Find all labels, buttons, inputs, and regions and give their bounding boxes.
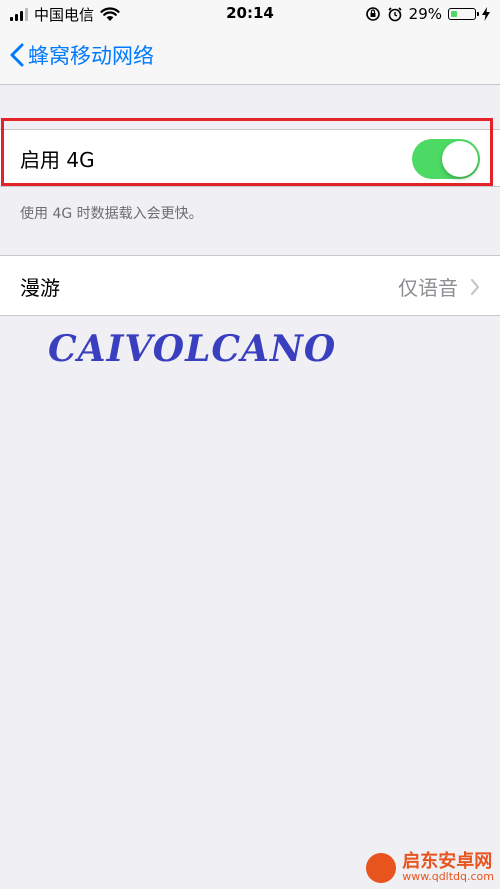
- back-button[interactable]: 蜂窝移动网络: [10, 40, 154, 70]
- chevron-right-icon: [470, 278, 480, 295]
- corner-logo-icon: [366, 852, 397, 883]
- alarm-icon: [388, 7, 402, 22]
- corner-logo-name: 启东安卓网: [402, 850, 493, 872]
- nav-bar: 蜂窝移动网络: [0, 28, 500, 85]
- status-right: 29%: [365, 4, 490, 24]
- back-button-label: 蜂窝移动网络: [28, 44, 154, 68]
- status-bar: 中国电信 20:14 29%: [0, 0, 500, 28]
- roaming-detail: 仅语音: [398, 272, 480, 301]
- highlight-box: [1, 118, 493, 186]
- battery-percent: 29%: [408, 5, 442, 23]
- orientation-lock-icon: [365, 7, 380, 21]
- corner-logo-url: www.qdltdq.com: [402, 870, 494, 884]
- chevron-left-icon: [10, 43, 24, 67]
- battery-icon: [448, 8, 479, 20]
- enable-4g-footnote: 使用 4G 时数据载入会更快。: [20, 206, 203, 222]
- roaming-label: 漫游: [20, 276, 60, 300]
- corner-logo: 启东安卓网 www.qdltdq.com: [366, 850, 494, 884]
- roaming-row[interactable]: 漫游 仅语音: [0, 255, 500, 316]
- battery-fill: [451, 11, 457, 17]
- roaming-value: 仅语音: [398, 276, 458, 300]
- charging-icon: [482, 7, 490, 21]
- watermark-text: CAIVOLCANO: [48, 328, 337, 370]
